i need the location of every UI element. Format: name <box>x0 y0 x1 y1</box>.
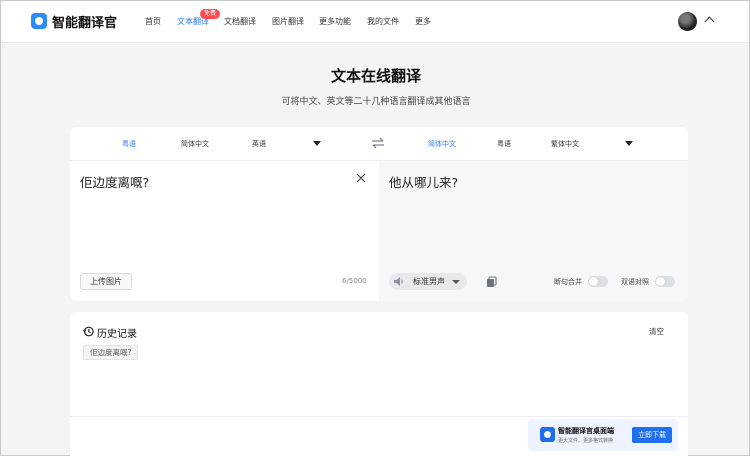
target-lang-cantonese[interactable]: 粤语 <box>497 139 511 149</box>
target-lang-dropdown-icon[interactable] <box>625 141 633 146</box>
history-item[interactable]: 佢边度离嘅? <box>83 345 139 360</box>
nav-item-image-translate[interactable]: 图片翻译 <box>272 16 304 27</box>
bilingual-label: 双语对照 <box>621 278 649 286</box>
download-button[interactable]: 立即下载 <box>632 427 672 443</box>
translator-card: 粤语 简体中文 英语 简体中文 粤语 繁体中文 佢边度离嘅? 上传图片 6/50… <box>70 127 688 301</box>
page-title: 文本在线翻译 <box>330 67 421 85</box>
voice-selector[interactable]: 标准男声 <box>389 273 467 290</box>
desktop-app-logo-icon <box>540 427 555 442</box>
history-title: 历史记录 <box>97 329 137 340</box>
voice-dropdown-icon[interactable] <box>452 280 460 284</box>
source-lang-dropdown-icon[interactable] <box>313 141 321 146</box>
source-lang-cantonese[interactable]: 粤语 <box>122 139 136 149</box>
nav-item-document-translate[interactable]: 文档翻译 <box>224 16 256 27</box>
char-counter: 6/5000 <box>342 277 367 285</box>
clear-history-button[interactable]: 清空 <box>649 326 664 337</box>
promo-subtitle: 更大文件、更多格式转换 <box>558 438 614 444</box>
translation-output-pane: 他从哪儿来? 标准男声 断句合并 双语对照 <box>379 161 688 301</box>
avatar[interactable] <box>678 12 697 31</box>
promo-title: 智能翻译官桌面端 <box>558 427 614 435</box>
translator-logo-icon[interactable] <box>31 13 47 29</box>
merge-sentences-label: 断句合并 <box>554 278 582 286</box>
nav-item-more[interactable]: 更多 <box>415 16 431 27</box>
free-badge: 免费 <box>200 9 221 19</box>
source-lang-english[interactable]: 英语 <box>252 139 266 149</box>
translation-output-text: 他从哪儿来? <box>389 175 459 190</box>
nav-item-more-features[interactable]: 更多功能 <box>319 16 351 27</box>
brand-name[interactable]: 智能翻译官 <box>52 12 117 31</box>
target-lang-simplified-chinese[interactable]: 简体中文 <box>428 139 456 149</box>
clock-history-icon <box>83 326 94 337</box>
desktop-app-promo: 智能翻译官桌面端 更大文件、更多格式转换 立即下载 <box>528 419 678 451</box>
speaker-icon[interactable] <box>393 276 405 287</box>
nav-item-my-files[interactable]: 我的文件 <box>367 16 399 27</box>
upload-image-button[interactable]: 上传图片 <box>80 273 132 290</box>
source-text-input[interactable]: 佢边度离嘅? <box>80 172 149 191</box>
merge-sentences-toggle[interactable] <box>588 276 608 287</box>
close-icon[interactable] <box>356 173 366 183</box>
target-lang-traditional-chinese[interactable]: 繁体中文 <box>551 139 579 149</box>
top-navbar: 智能翻译官 首页 文本翻译 免费 文档翻译 图片翻译 更多功能 我的文件 更多 <box>1 1 749 43</box>
chevron-up-icon[interactable] <box>704 16 715 27</box>
nav-item-home[interactable]: 首页 <box>145 16 161 27</box>
swap-arrows-icon[interactable] <box>371 137 385 149</box>
history-divider <box>70 416 688 417</box>
source-lang-simplified-chinese[interactable]: 简体中文 <box>181 139 209 149</box>
copy-icon[interactable] <box>486 276 497 288</box>
voice-label: 标准男声 <box>413 277 445 286</box>
bilingual-toggle[interactable] <box>655 276 675 287</box>
page-subtitle: 可将中文、英文等二十几种语言翻译成其他语言 <box>281 97 471 107</box>
